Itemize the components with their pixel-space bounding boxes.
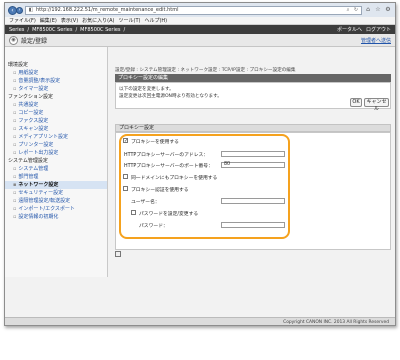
set-password-label: パスワードを設定/変更する [139, 212, 199, 217]
forward-icon[interactable]: › [16, 6, 23, 14]
url-text[interactable]: http://192.168.222.51/m_remote_maintenan… [36, 7, 343, 13]
portal-link[interactable]: ポータルへ [337, 26, 362, 33]
sidebar-section-function: ファンクション設定 [8, 94, 54, 100]
sidebar-item-scan[interactable]: ▫ スキャン設定 [5, 125, 107, 133]
breadcrumb: 設定/登録 : システム管理設定 : ネットワーク設定 : TCP/IP設定 :… [115, 68, 296, 73]
set-password-checkbox[interactable] [131, 210, 136, 215]
password-field[interactable] [221, 222, 285, 228]
model-label-b: MF8500C Series [80, 26, 121, 33]
http-address-field[interactable] [221, 151, 285, 157]
admin-link[interactable]: 管理者へ送信 [361, 37, 391, 44]
sidebar-item-paper[interactable]: ▫ 用紙設定 [5, 69, 107, 77]
model-label-a: MF8500C Series [32, 26, 73, 33]
sidebar-item-import-export[interactable]: ▫ インポート/エクスポート [5, 205, 107, 213]
use-proxy-checkbox[interactable]: ✓ [123, 138, 128, 144]
sidebar-item-init[interactable]: ▫ 設定情報の初期化 [5, 213, 107, 221]
sidebar-item-common[interactable]: ▫ 共通設定 [5, 101, 107, 109]
settings-home-icon[interactable]: ◉ [9, 35, 18, 45]
ok-button[interactable]: OK [350, 98, 362, 107]
favorites-icon[interactable]: ☆ [374, 6, 382, 14]
address-bar-row: ‹ › ◧ http://192.168.222.51/m_remote_mai… [5, 3, 395, 17]
info-line-2: 設定変更は次回主電源ON時より有効となります。 [119, 94, 222, 99]
menu-bar: ファイル(F) 編集(E) 表示(V) お気に入り(A) ツール(T) ヘルプ(… [5, 17, 395, 25]
footer-copyright: Copyright CANON INC. 2013 All Rights Res… [5, 317, 395, 325]
proxy-auth-checkbox[interactable] [123, 186, 128, 191]
address-bar[interactable]: ◧ http://192.168.222.51/m_remote_mainten… [25, 5, 362, 15]
proxy-section-title: プロキシー設定 [115, 124, 391, 132]
sidebar-item-printer[interactable]: ▫ プリンター設定 [5, 141, 107, 149]
page-icon: ◧ [28, 7, 34, 13]
menu-help[interactable]: ヘルプ(H) [144, 17, 167, 24]
info-box: 以下の設定を変更します。 設定変更は次回主電源ON時より有効となります。 OK … [115, 82, 391, 112]
same-domain-label: 同一ドメインにもプロキシーを使用する [131, 176, 218, 181]
username-field[interactable] [221, 198, 285, 204]
sidebar-item-report[interactable]: ▫ レポート出力設定 [5, 149, 107, 157]
sidebar-section-system: システム管理設定 [8, 158, 48, 164]
password-label: パスワード： [139, 224, 168, 229]
http-port-label: HTTPプロキシーサーバーのポート番号： [124, 164, 213, 169]
proxy-form: ✓ プロキシーを使用する HTTPプロキシーサーバーのアドレス： HTTPプロキ… [115, 132, 391, 250]
page-top-icon[interactable] [115, 251, 121, 257]
proxy-auth-label: プロキシー認証を使用する [131, 188, 189, 193]
http-port-field[interactable]: 80 [221, 162, 285, 168]
sidebar-item-media-print[interactable]: ▫ メディアプリント設定 [5, 133, 107, 141]
info-line-1: 以下の設定を変更します。 [119, 87, 174, 92]
menu-edit[interactable]: 編集(E) [40, 17, 57, 24]
browser-window: ‹ › ◧ http://192.168.222.51/m_remote_mai… [4, 2, 396, 326]
main-content: 設定/登録 : システム管理設定 : ネットワーク設定 : TCP/IP設定 :… [111, 47, 395, 277]
page-title: 設定/登録 [21, 37, 48, 45]
http-address-label: HTTPプロキシーサーバーのアドレス： [124, 153, 209, 158]
home-icon[interactable]: ⌂ [364, 6, 372, 14]
menu-favorites[interactable]: お気に入り(A) [82, 17, 114, 24]
app-title-bar: Series / MF8500C Series / MF8500C Series… [5, 25, 395, 34]
use-proxy-label: プロキシーを使用する [131, 140, 179, 145]
sidebar-item-remote[interactable]: ▫ 遠隔管理設定/転送設定 [5, 197, 107, 205]
sidebar-item-security[interactable]: ▫ セキュリティー設定 [5, 189, 107, 197]
sidebar-item-department[interactable]: ▫ 部門管理 [5, 173, 107, 181]
sidebar: 環境設定 ▫ 用紙設定 ▫ 音量調整/表示設定 ▫ タイマー設定 ファンクション設定 … [5, 47, 108, 277]
section-title: プロキシー設定の編集 [115, 74, 391, 82]
sidebar-section-env: 環境設定 [8, 62, 29, 68]
username-label: ユーザー名： [131, 200, 160, 205]
sidebar-item-volume[interactable]: ▫ 音量調整/表示設定 [5, 77, 107, 85]
menu-tools[interactable]: ツール(T) [119, 17, 141, 24]
menu-view[interactable]: 表示(V) [61, 17, 78, 24]
sidebar-item-timer[interactable]: ▫ タイマー設定 [5, 85, 107, 93]
brand-label: Series [9, 26, 25, 33]
sidebar-item-copy[interactable]: ▫ コピー設定 [5, 109, 107, 117]
sidebar-item-system-admin[interactable]: ▫ システム管理 [5, 165, 107, 173]
menu-file[interactable]: ファイル(F) [9, 17, 36, 24]
sidebar-item-fax[interactable]: ▫ ファクス設定 [5, 117, 107, 125]
page-header: ◉ 設定/登録 管理者へ送信 [5, 34, 395, 47]
same-domain-checkbox[interactable] [123, 174, 128, 179]
search-icon[interactable]: ⌕ [345, 7, 351, 13]
refresh-icon[interactable]: ↻ [353, 7, 359, 13]
sidebar-item-network[interactable]: ▪ ネットワーク設定 [5, 181, 107, 189]
logout-link[interactable]: ログアウト [366, 26, 391, 33]
cancel-button[interactable]: キャンセル [364, 98, 389, 112]
gear-icon[interactable]: ⚙ [384, 6, 392, 14]
